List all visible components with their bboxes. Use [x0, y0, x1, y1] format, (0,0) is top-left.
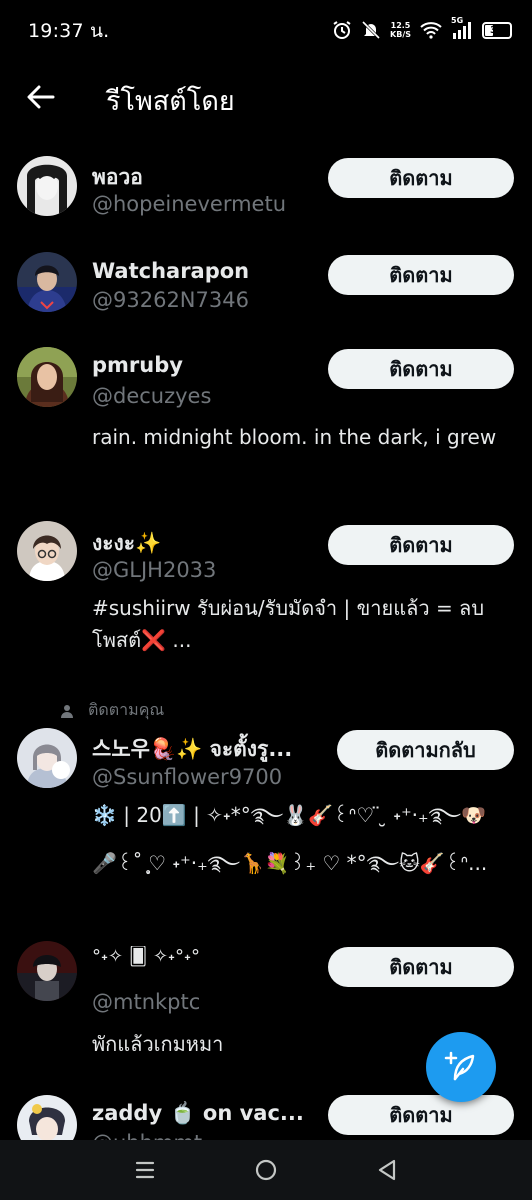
- display-name[interactable]: °˖✧ 🂠 ✧˖°˖°: [92, 946, 200, 967]
- follow-button[interactable]: ติดตาม: [328, 255, 514, 295]
- user-handle: @93262N7346: [92, 288, 249, 312]
- wifi-icon: [420, 21, 442, 39]
- back-triangle-icon: [379, 1159, 396, 1181]
- avatar[interactable]: [17, 521, 77, 581]
- avatar[interactable]: [17, 252, 77, 312]
- mute-bell-icon: [361, 20, 381, 40]
- user-handle: @hopeinevermetu: [92, 192, 287, 216]
- user-list-item[interactable]: งะงะ✨ @GLJH2033 ติดตาม #sushiirw รับผ่อน…: [0, 510, 532, 675]
- net-speed-unit: KB/S: [390, 30, 411, 39]
- user-list-item[interactable]: Watcharapon @93262N7346 ติดตาม: [0, 240, 532, 330]
- user-bio-line-1: ❄️ | 20⬆️ | ✧˖*°࿐🐰🎸꒰ᐢ♡ ̈ ̮ ˖⁺‧₊࿐🐶: [92, 803, 486, 827]
- arrow-left-icon: [27, 85, 55, 109]
- user-bio-line-2: 🎤꒰˚ ̥͙♡ ˖⁺‧₊࿐🦒💐꒱₊ ♡ *°࿐🐱🎸꒰ᐢ...: [92, 851, 488, 875]
- user-handle: @uhhmmt: [92, 1131, 202, 1140]
- follow-back-button[interactable]: ติดตามกลับ: [337, 730, 514, 770]
- cellular-signal-icon: 5G: [451, 16, 473, 39]
- compose-fab[interactable]: [426, 1032, 496, 1102]
- page-title: รีโพสต์โดย: [106, 86, 235, 117]
- recents-button[interactable]: [125, 1150, 165, 1190]
- follow-button[interactable]: ติดตาม: [328, 525, 514, 565]
- follows-you-label: ติดตามคุณ: [60, 698, 164, 723]
- avatar[interactable]: [17, 941, 77, 1001]
- user-handle: @Ssunflower9700: [92, 765, 283, 789]
- user-list-item[interactable]: pmruby @decuzyes ติดตาม rain. midnight b…: [0, 335, 532, 495]
- system-back-button[interactable]: [367, 1150, 407, 1190]
- avatar[interactable]: [17, 1095, 77, 1140]
- battery-icon: 30: [482, 21, 512, 39]
- user-list-item[interactable]: ติดตามคุณ 스노우🪼✨ จะตั้งรู... @Ssunflower9…: [0, 695, 532, 910]
- avatar[interactable]: [17, 156, 77, 216]
- user-list-item[interactable]: พอวอ @hopeinevermetu ติดตาม: [0, 145, 532, 235]
- display-name[interactable]: พอวอ: [92, 161, 143, 194]
- avatar[interactable]: [17, 728, 77, 788]
- home-button[interactable]: [246, 1150, 286, 1190]
- net-speed-value: 12.5: [390, 21, 411, 30]
- follow-button[interactable]: ติดตาม: [328, 947, 514, 987]
- status-icons: 12.5 KB/S 5G 30: [332, 16, 512, 44]
- system-nav-bar: [0, 1140, 532, 1200]
- display-name[interactable]: Watcharapon: [92, 259, 249, 283]
- user-handle: @mtnkptc: [92, 990, 201, 1014]
- alarm-icon: [332, 20, 352, 40]
- status-time: 19:37 น.: [28, 20, 110, 42]
- user-bio: rain. midnight bloom. in the dark, i gre…: [92, 425, 497, 449]
- display-name[interactable]: งะงะ✨: [92, 527, 161, 560]
- network-type: 5G: [451, 16, 464, 25]
- user-handle: @decuzyes: [92, 384, 212, 408]
- battery-level: 30: [490, 24, 504, 36]
- display-name[interactable]: pmruby: [92, 353, 183, 377]
- display-name[interactable]: 스노우🪼✨ จะตั้งรู...: [92, 733, 292, 766]
- net-speed: 12.5 KB/S: [390, 21, 411, 39]
- top-app-bar: รีโพสต์โดย: [0, 60, 532, 134]
- person-icon: [61, 704, 73, 718]
- follow-button[interactable]: ติดตาม: [328, 158, 514, 198]
- user-bio: #sushiirw รับผ่อน/รับมัดจำ | ขายแล้ว = ล…: [92, 596, 485, 652]
- user-handle: @GLJH2033: [92, 558, 217, 582]
- avatar[interactable]: [17, 347, 77, 407]
- back-button[interactable]: [22, 80, 60, 114]
- follow-button[interactable]: ติดตาม: [328, 349, 514, 389]
- follow-button[interactable]: ติดตาม: [328, 1095, 514, 1135]
- home-icon: [255, 1159, 277, 1181]
- display-name[interactable]: zaddy 🍵 on vac...: [92, 1101, 304, 1126]
- status-bar: 19:37 น. 12.5 KB/S 5G 30: [0, 0, 532, 60]
- follows-you-text: ติดตามคุณ: [88, 700, 165, 719]
- compose-feather-icon: [444, 1051, 475, 1081]
- recents-icon: [135, 1161, 154, 1179]
